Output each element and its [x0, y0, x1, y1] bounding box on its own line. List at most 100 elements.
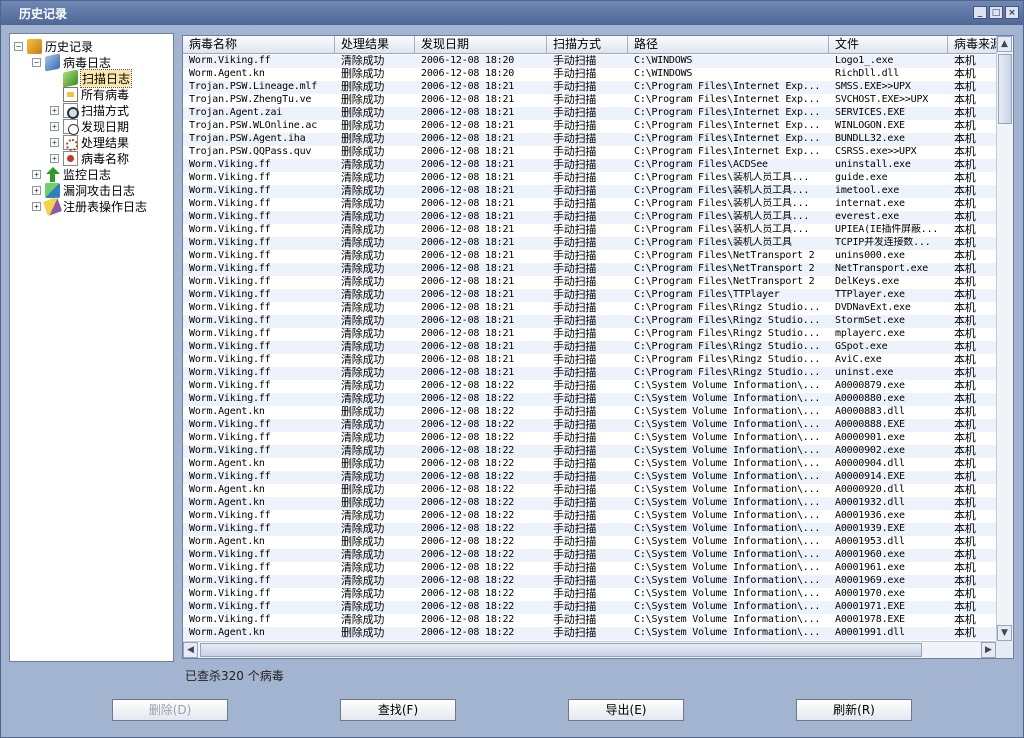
table-row[interactable]: Worm.Viking.ff 清除成功 2006-12-08 18:22 手动扫描 C:… [183, 614, 996, 627]
expander-icon[interactable]: + [50, 137, 59, 147]
table-row[interactable]: Worm.Viking.ff 清除成功 2006-12-08 18:21 手动扫描 C:… [183, 211, 996, 224]
table-row[interactable]: Worm.Viking.ff 清除成功 2006-12-08 18:21 手动扫描 C:… [183, 172, 996, 185]
tree-item[interactable]: + 漏洞攻击日志 [32, 182, 135, 198]
table-row[interactable]: Worm.Viking.ff 清除成功 2006-12-08 18:22 手动扫描 C:… [183, 445, 996, 458]
table-row[interactable]: Worm.Agent.kn 删除成功 2006-12-08 18:22 手动扫描 C:\… [183, 484, 996, 497]
expander-icon[interactable]: + [50, 153, 59, 163]
table-row[interactable]: Worm.Viking.ff 清除成功 2006-12-08 18:22 手动扫描 C:… [183, 549, 996, 562]
tree-item[interactable]: + 发现日期 [50, 118, 129, 135]
table-row[interactable]: Worm.Viking.ff 清除成功 2006-12-08 18:20 手动扫描 C:… [183, 55, 996, 68]
tree-item[interactable]: − 病毒日志 [32, 52, 111, 72]
vertical-scrollbar[interactable]: ▲ ▼ [996, 36, 1013, 641]
export-button[interactable]: 导出(E) [568, 699, 684, 721]
table-row[interactable]: Worm.Viking.ff 清除成功 2006-12-08 18:22 手动扫描 C:… [183, 588, 996, 601]
column-header[interactable]: 处理结果 [335, 36, 415, 54]
table-row[interactable]: Worm.Agent.kn 删除成功 2006-12-08 18:22 手动扫描 C:\… [183, 497, 996, 510]
table-row[interactable]: Worm.Viking.ff 清除成功 2006-12-08 18:22 手动扫描 C:… [183, 510, 996, 523]
find-button[interactable]: 查找(F) [340, 699, 456, 721]
table-cell: A0001978.EXE [835, 614, 905, 625]
table-row[interactable]: Worm.Agent.kn 删除成功 2006-12-08 18:22 手动扫描 C:\… [183, 458, 996, 471]
delete-button[interactable]: 删除(D) [112, 699, 228, 721]
table-row[interactable]: Worm.Viking.ff 清除成功 2006-12-08 18:22 手动扫描 C:… [183, 575, 996, 588]
table-cell: Worm.Viking.ff [189, 328, 271, 339]
table-cell: 2006-12-08 18:21 [421, 159, 515, 170]
expander-icon[interactable]: − [32, 57, 41, 67]
table-cell: C:\System Volume Information\... [634, 510, 821, 521]
scroll-down-icon[interactable]: ▼ [997, 625, 1012, 641]
column-header[interactable]: 病毒名称 [183, 36, 335, 54]
table-row[interactable]: Worm.Viking.ff 清除成功 2006-12-08 18:21 手动扫描 C:… [183, 341, 996, 354]
tree-item[interactable]: 扫描日志 [50, 68, 133, 88]
tree-item[interactable]: + 病毒名称 [50, 150, 129, 166]
vertical-scroll-thumb[interactable] [998, 54, 1012, 124]
table-cell: 删除成功 [341, 458, 385, 470]
scroll-left-icon[interactable]: ◀ [183, 642, 198, 658]
table-row[interactable]: Worm.Viking.ff 清除成功 2006-12-08 18:21 手动扫描 C:… [183, 250, 996, 263]
expander-icon[interactable]: + [50, 121, 59, 131]
table-row[interactable]: Worm.Viking.ff 清除成功 2006-12-08 18:22 手动扫描 C:… [183, 432, 996, 445]
title-bar[interactable]: 历史记录 _ □ × [1, 1, 1023, 25]
table-row[interactable]: Worm.Viking.ff 清除成功 2006-12-08 18:22 手动扫描 C:… [183, 601, 996, 614]
expander-icon[interactable]: − [14, 41, 23, 51]
table-row[interactable]: Trojan.PSW.Agent.iha 删除成功 2006-12-08 18:21… [183, 133, 996, 146]
table-header: 病毒名称 处理结果 发现日期 扫描方式 路径 文件 病毒来源 [183, 36, 1008, 54]
table-row[interactable]: Worm.Viking.ff 清除成功 2006-12-08 18:22 手动扫描 C:… [183, 471, 996, 484]
table-row[interactable]: Worm.Viking.ff 清除成功 2006-12-08 18:22 手动扫描 C:… [183, 562, 996, 575]
table-cell: 清除成功 [341, 601, 385, 613]
table-cell: C:\Program Files\Ringz Studio... [634, 367, 821, 378]
table-row[interactable]: Worm.Viking.ff 清除成功 2006-12-08 18:22 手动扫描 C:… [183, 393, 996, 406]
maximize-button[interactable]: □ [989, 6, 1003, 19]
refresh-button[interactable]: 刷新(R) [796, 699, 912, 721]
expander-icon[interactable]: + [32, 169, 41, 179]
table-row[interactable]: Trojan.PSW.WLOnline.ac 删除成功 2006-12-08 18:… [183, 120, 996, 133]
horizontal-scroll-thumb[interactable] [200, 643, 922, 657]
table-row[interactable]: Worm.Viking.ff 清除成功 2006-12-08 18:21 手动扫描 C:… [183, 185, 996, 198]
expander-icon[interactable]: + [32, 185, 41, 195]
horizontal-scrollbar[interactable]: ◀ ▶ [183, 641, 996, 658]
table-row[interactable]: Worm.Viking.ff 清除成功 2006-12-08 18:21 手动扫描 C:… [183, 276, 996, 289]
close-button[interactable]: × [1005, 6, 1019, 19]
column-header[interactable]: 路径 [628, 36, 829, 54]
table-row[interactable]: Trojan.PSW.QQPass.quv 删除成功 2006-12-08 18:2… [183, 146, 996, 159]
tree-item[interactable]: + 监控日志 [32, 166, 111, 182]
tree-item[interactable]: − 历史记录 [14, 38, 93, 54]
table-row[interactable]: Worm.Viking.ff 清除成功 2006-12-08 18:21 手动扫描 C:… [183, 263, 996, 276]
table-cell: Worm.Viking.ff [189, 419, 271, 430]
scroll-right-icon[interactable]: ▶ [981, 642, 996, 658]
table-cell: 手动扫描 [553, 497, 597, 509]
expander-icon[interactable]: + [50, 105, 59, 115]
table-row[interactable]: Worm.Viking.ff 清除成功 2006-12-08 18:21 手动扫描 C:… [183, 315, 996, 328]
table-row[interactable]: Worm.Viking.ff 清除成功 2006-12-08 18:21 手动扫描 C:… [183, 224, 996, 237]
tree-item[interactable]: 所有病毒 [50, 86, 129, 102]
table-row[interactable]: Worm.Viking.ff 清除成功 2006-12-08 18:21 手动扫描 C:… [183, 354, 996, 367]
table-row[interactable]: Worm.Agent.kn 删除成功 2006-12-08 18:22 手动扫描 C:\… [183, 406, 996, 419]
table-row[interactable]: Worm.Viking.ff 清除成功 2006-12-08 18:21 手动扫描 C:… [183, 289, 996, 302]
column-header[interactable]: 扫描方式 [547, 36, 628, 54]
table-row[interactable]: Trojan.PSW.ZhengTu.ve 删除成功 2006-12-08 18:2… [183, 94, 996, 107]
table-row[interactable]: Worm.Viking.ff 清除成功 2006-12-08 18:21 手动扫描 C:… [183, 237, 996, 250]
table-cell: DVDNavExt.exe [835, 302, 911, 313]
table-cell: 手动扫描 [553, 445, 597, 457]
scroll-up-icon[interactable]: ▲ [997, 36, 1012, 52]
minimize-button[interactable]: _ [973, 6, 987, 19]
table-row[interactable]: Worm.Viking.ff 清除成功 2006-12-08 18:22 手动扫描 C:… [183, 380, 996, 393]
expander-icon[interactable]: + [32, 201, 41, 211]
table-row[interactable]: Worm.Agent.kn 删除成功 2006-12-08 18:22 手动扫描 C:\… [183, 627, 996, 640]
column-header[interactable]: 发现日期 [415, 36, 547, 54]
table-row[interactable]: Worm.Viking.ff 清除成功 2006-12-08 18:22 手动扫描 C:… [183, 523, 996, 536]
column-header[interactable]: 文件 [829, 36, 948, 54]
table-row[interactable]: Worm.Viking.ff 清除成功 2006-12-08 18:21 手动扫描 C:… [183, 159, 996, 172]
table-row[interactable]: Worm.Agent.kn 删除成功 2006-12-08 18:20 手动扫描 C:\… [183, 68, 996, 81]
table-row[interactable]: Worm.Viking.ff 清除成功 2006-12-08 18:21 手动扫描 C:… [183, 328, 996, 341]
tree-item[interactable]: + 扫描方式 [50, 102, 129, 119]
table-row[interactable]: Worm.Viking.ff 清除成功 2006-12-08 18:21 手动扫描 C:… [183, 367, 996, 380]
tree-item[interactable]: + 注册表操作日志 [32, 196, 147, 216]
table-row[interactable]: Worm.Viking.ff 清除成功 2006-12-08 18:21 手动扫描 C:… [183, 198, 996, 211]
tree-item[interactable]: + 处理结果 [50, 134, 129, 151]
table-row[interactable]: Trojan.Agent.zai 删除成功 2006-12-08 18:21 手动扫描… [183, 107, 996, 120]
table-row[interactable]: Worm.Viking.ff 清除成功 2006-12-08 18:22 手动扫描 C:… [183, 419, 996, 432]
table-row[interactable]: Worm.Agent.kn 删除成功 2006-12-08 18:22 手动扫描 C:\… [183, 536, 996, 549]
table-row[interactable]: Worm.Viking.ff 清除成功 2006-12-08 18:21 手动扫描 C:… [183, 302, 996, 315]
table-cell: 2006-12-08 18:22 [421, 406, 515, 417]
table-row[interactable]: Trojan.PSW.Lineage.mlf 删除成功 2006-12-08 18:… [183, 81, 996, 94]
